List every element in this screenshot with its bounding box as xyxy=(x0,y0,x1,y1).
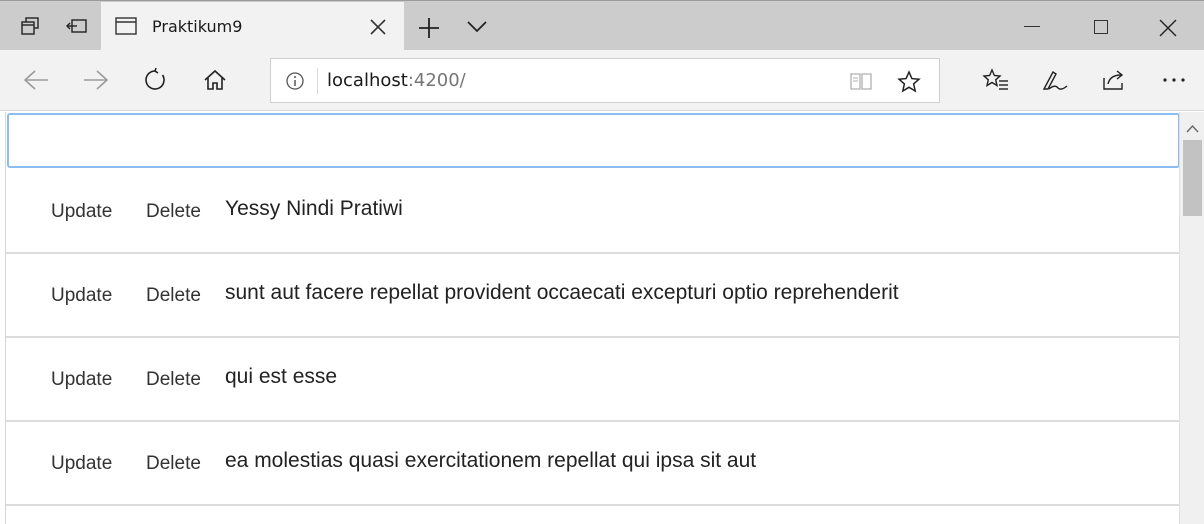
more-options-icon[interactable] xyxy=(1160,66,1188,94)
share-icon[interactable] xyxy=(1100,66,1128,94)
chevron-down-icon[interactable] xyxy=(466,19,488,38)
tab-title: Praktikum9 xyxy=(152,17,243,36)
update-button[interactable]: Update xyxy=(51,285,112,307)
item-title: sunt aut facere repellat provident occae… xyxy=(225,281,899,304)
url-port: :4200/ xyxy=(407,70,466,91)
search-input[interactable] xyxy=(7,113,1180,168)
pen-notes-icon[interactable] xyxy=(1041,66,1069,94)
list-item: Update Delete qui est esse xyxy=(6,338,1180,422)
scroll-up-arrow-icon[interactable] xyxy=(1186,118,1199,137)
refresh-icon[interactable] xyxy=(141,66,169,94)
scrollbar-thumb[interactable] xyxy=(1183,140,1202,216)
vertical-scrollbar[interactable] xyxy=(1179,112,1204,524)
maximize-icon[interactable] xyxy=(1094,20,1108,34)
delete-button[interactable]: Delete xyxy=(146,285,201,307)
favorite-star-icon[interactable] xyxy=(897,70,921,98)
close-window-icon[interactable] xyxy=(1159,19,1177,41)
forward-arrow-icon[interactable] xyxy=(82,66,110,94)
reading-view-icon[interactable] xyxy=(849,71,873,95)
list-item: Update Delete ea molestias quasi exercit… xyxy=(6,422,1180,506)
post-list: Update Delete Yessy Nindi Pratiwi Update… xyxy=(6,170,1180,506)
address-separator xyxy=(317,68,318,94)
navigation-bar: localhost:4200/ xyxy=(0,50,1204,111)
tab-praktikum9[interactable]: Praktikum9 xyxy=(101,2,404,51)
page-content: Update Delete Yessy Nindi Pratiwi Update… xyxy=(5,112,1180,524)
update-button[interactable]: Update xyxy=(51,201,112,223)
favorites-list-icon[interactable] xyxy=(982,66,1010,94)
close-tab-icon[interactable] xyxy=(369,18,387,40)
delete-button[interactable]: Delete xyxy=(146,201,201,223)
new-tab-icon[interactable] xyxy=(418,17,440,43)
set-aside-tabs-icon[interactable] xyxy=(60,9,94,43)
address-bar[interactable]: localhost:4200/ xyxy=(270,58,940,103)
info-icon[interactable] xyxy=(285,71,305,95)
url-host: localhost xyxy=(327,70,408,91)
list-item: Update Delete Yessy Nindi Pratiwi xyxy=(6,170,1180,254)
update-button[interactable]: Update xyxy=(51,369,112,391)
item-title: ea molestias quasi exercitationem repell… xyxy=(225,449,757,472)
item-title: Yessy Nindi Pratiwi xyxy=(225,197,403,220)
list-item: Update Delete sunt aut facere repellat p… xyxy=(6,254,1180,338)
update-button[interactable]: Update xyxy=(51,453,112,475)
item-title: qui est esse xyxy=(225,365,338,388)
tab-groups-icon[interactable] xyxy=(13,9,47,43)
delete-button[interactable]: Delete xyxy=(146,369,201,391)
back-arrow-icon[interactable] xyxy=(22,66,50,94)
minimize-icon[interactable] xyxy=(1024,26,1040,27)
title-bar: Praktikum9 xyxy=(0,0,1204,51)
url-text[interactable]: localhost:4200/ xyxy=(327,70,466,91)
delete-button[interactable]: Delete xyxy=(146,453,201,475)
window-icon xyxy=(115,17,137,39)
home-icon[interactable] xyxy=(201,66,229,94)
